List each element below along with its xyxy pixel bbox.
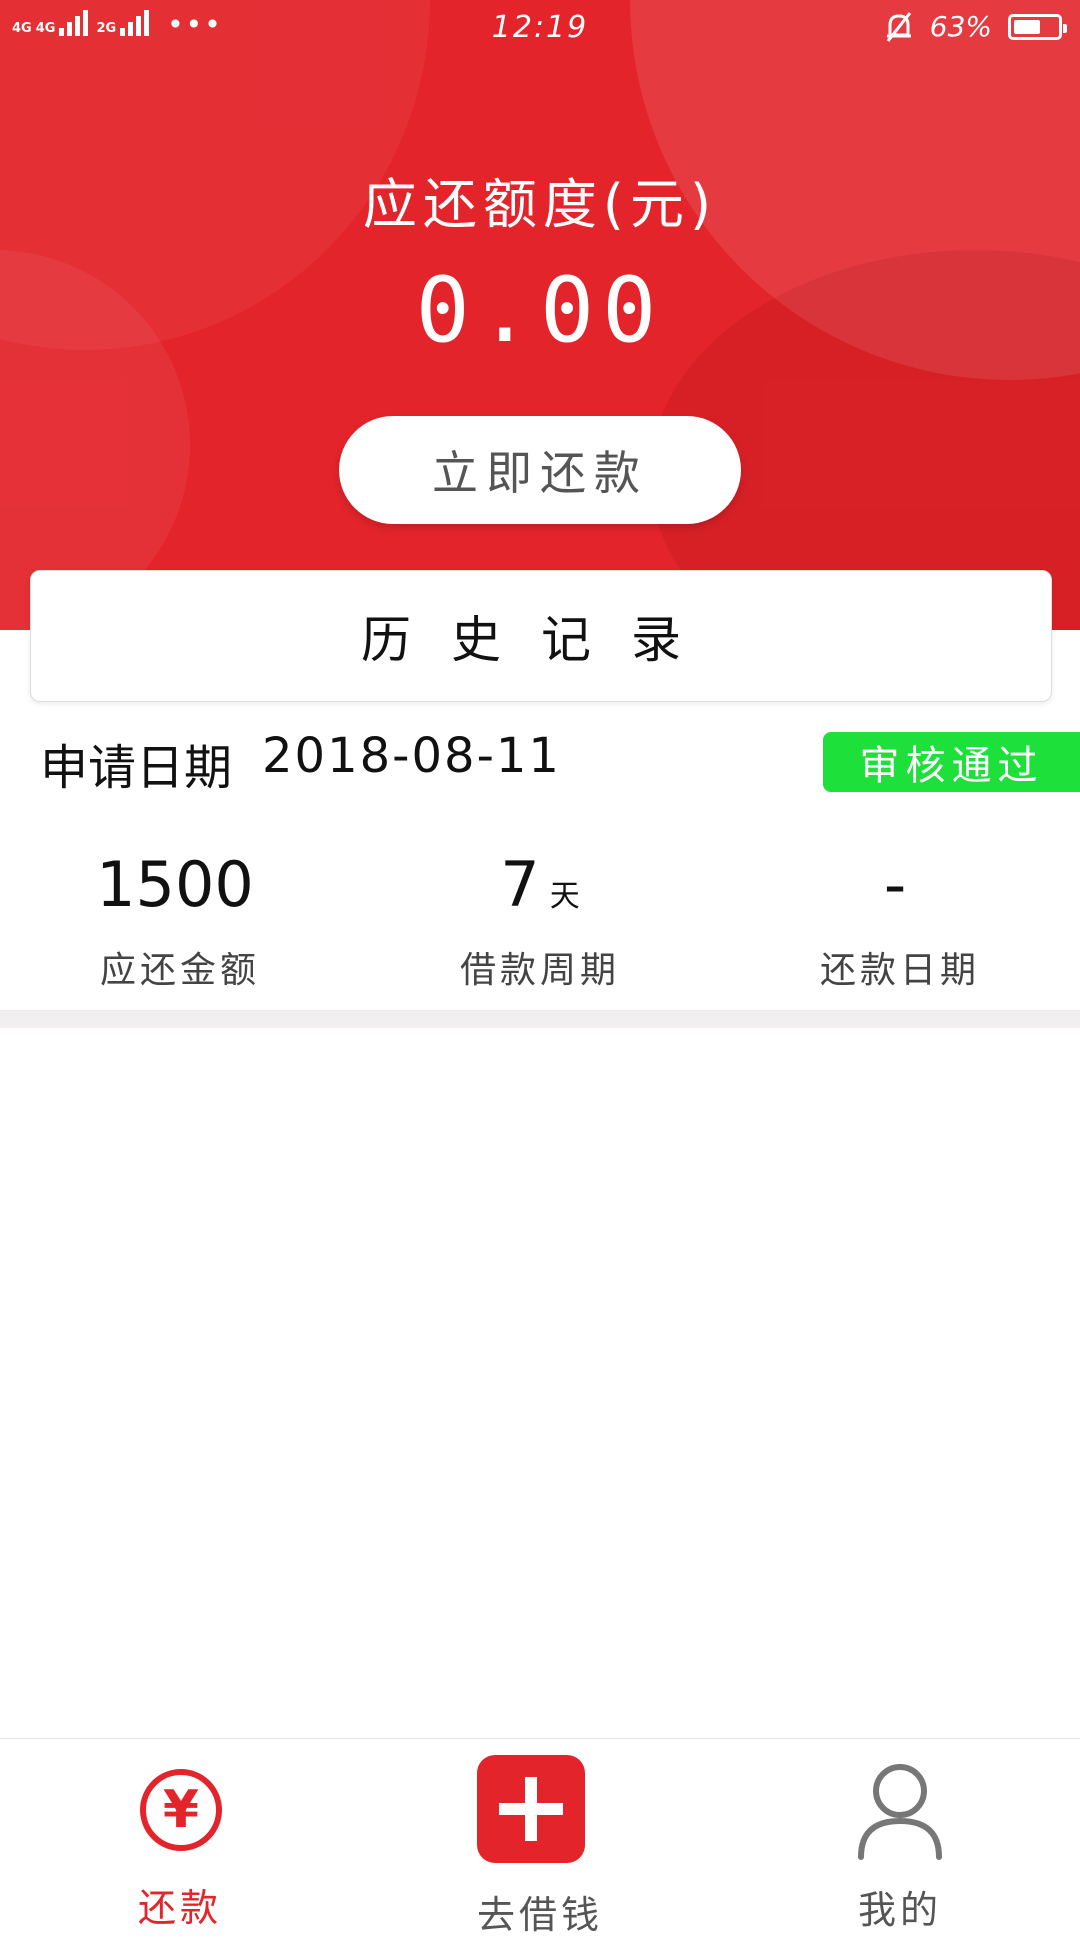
bottom-nav: ¥ 还款 去借钱 我的 — [0, 1738, 1080, 1937]
nav-label: 我的 — [857, 1888, 942, 1932]
apply-date-row: 申请日期 2018-08-11 — [40, 728, 561, 798]
battery-icon — [1008, 13, 1067, 40]
stat-amount-due: 1500 应还金额 — [0, 845, 360, 995]
section-divider — [0, 1010, 1080, 1028]
nav-borrow[interactable]: 去借钱 — [360, 1739, 720, 1937]
amount-title: 应还额度(元) — [362, 173, 718, 236]
stat-label: 应还金额 — [99, 950, 260, 991]
header-banner: 4G 4G 2G ••• 12:19 63% 应还额度(元) 0.00 立即还款 — [0, 0, 1080, 630]
plus-icon — [477, 1755, 585, 1863]
stat-unit: 天 — [549, 879, 580, 914]
status-badge: 审核通过 — [823, 732, 1080, 792]
battery-percent: 63% — [929, 10, 992, 43]
stat-label: 还款日期 — [819, 950, 980, 991]
apply-date-label: 申请日期 — [40, 740, 233, 796]
history-record-button[interactable]: 历史记录 — [30, 570, 1052, 702]
record-stats: 1500 应还金额 7天 借款周期 - 还款日期 — [0, 845, 1080, 995]
stat-value: 7 — [500, 848, 540, 921]
nav-label: 去借钱 — [476, 1893, 603, 1937]
stat-loan-period: 7天 借款周期 — [360, 845, 720, 995]
yen-circle-icon: ¥ — [140, 1769, 222, 1851]
status-right: 63% — [884, 10, 1067, 43]
stat-label: 借款周期 — [459, 950, 620, 991]
stat-value: - — [883, 848, 907, 921]
repay-now-button[interactable]: 立即还款 — [339, 416, 741, 524]
nav-mine[interactable]: 我的 — [720, 1739, 1080, 1932]
stat-value: 1500 — [96, 848, 254, 921]
stat-repay-date: - 还款日期 — [720, 845, 1080, 995]
amount-value: 0.00 — [415, 258, 665, 363]
nav-label: 还款 — [137, 1886, 222, 1930]
person-icon — [858, 1764, 942, 1860]
history-title: 历史记录 — [361, 611, 721, 669]
nav-repay[interactable]: ¥ 还款 — [0, 1739, 360, 1930]
apply-date-value: 2018-08-11 — [262, 728, 561, 784]
bell-muted-icon — [886, 11, 911, 42]
battery-fill — [1014, 19, 1040, 34]
status-bar: 4G 4G 2G ••• 12:19 63% — [0, 0, 1080, 54]
